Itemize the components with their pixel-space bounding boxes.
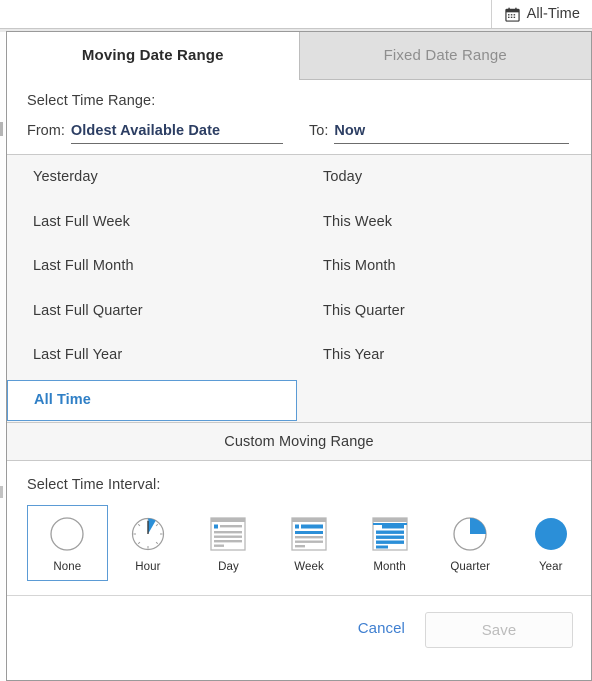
select-time-interval-label: Select Time Interval: — [27, 477, 161, 493]
from-label: From: — [27, 123, 65, 139]
empty-circle-icon — [48, 514, 86, 554]
preset-this-year-label: This Year — [323, 347, 385, 364]
interval-option-hour[interactable]: Hour — [108, 505, 189, 581]
preset-yesterday[interactable]: Yesterday — [7, 155, 297, 200]
save-button[interactable]: Save — [425, 612, 573, 648]
calendar-icon — [504, 7, 520, 22]
interval-option-hour-label: Hour — [135, 560, 161, 573]
dialog-tabs: Moving Date Range Fixed Date Range — [7, 32, 591, 80]
preset-this-year[interactable]: This Year — [297, 333, 591, 378]
preset-last-full-year-label: Last Full Year — [33, 347, 123, 364]
preset-this-quarter-label: This Quarter — [323, 302, 405, 319]
preset-last-full-week-label: Last Full Week — [33, 213, 131, 230]
interval-option-quarter[interactable]: Quarter — [430, 505, 511, 581]
preset-last-full-quarter-label: Last Full Quarter — [33, 302, 143, 319]
preset-this-week[interactable]: This Week — [297, 200, 591, 245]
interval-option-week[interactable]: Week — [269, 505, 350, 581]
from-input[interactable]: Oldest Available Date — [70, 123, 283, 144]
from-field-group: From: Oldest Available Date — [27, 123, 309, 144]
preset-this-quarter[interactable]: This Quarter — [297, 289, 591, 334]
interval-option-month-label: Month — [373, 560, 406, 573]
cancel-button[interactable]: Cancel — [352, 612, 411, 645]
dialog-footer: Cancel Save — [7, 602, 591, 680]
select-time-range-section: Select Time Range: From: Oldest Availabl… — [7, 80, 591, 155]
day-list-icon — [209, 514, 247, 554]
screen-root: All-Time Moving Date Range Fixed Date Ra… — [0, 0, 592, 681]
preset-last-full-month[interactable]: Last Full Month — [7, 244, 297, 289]
interval-option-none[interactable]: None — [27, 505, 108, 581]
month-list-icon — [371, 514, 409, 554]
tab-fixed-date-range-label: Fixed Date Range — [383, 47, 507, 64]
preset-last-full-month-label: Last Full Month — [33, 258, 134, 275]
interval-option-month[interactable]: Month — [349, 505, 430, 581]
week-list-icon — [290, 514, 328, 554]
tab-fixed-date-range[interactable]: Fixed Date Range — [298, 32, 591, 80]
left-edge-tick — [0, 122, 3, 136]
preset-today-label: Today — [323, 169, 363, 186]
interval-option-year-label: Year — [538, 560, 563, 573]
interval-option-day[interactable]: Day — [188, 505, 269, 581]
to-input[interactable]: Now — [334, 123, 570, 144]
interval-option-quarter-label: Quarter — [450, 560, 491, 573]
preset-this-month[interactable]: This Month — [297, 244, 591, 289]
interval-option-none-label: None — [53, 560, 82, 573]
interval-option-year[interactable]: Year — [510, 505, 591, 581]
interval-option-day-label: Day — [218, 560, 239, 573]
preset-ranges-grid: Yesterday Today Last Full Week This Week… — [7, 155, 591, 422]
interval-option-week-label: Week — [294, 560, 324, 573]
preset-last-full-year[interactable]: Last Full Year — [7, 333, 297, 378]
custom-moving-range-label: Custom Moving Range — [224, 433, 374, 450]
preset-last-full-quarter[interactable]: Last Full Quarter — [7, 289, 297, 334]
select-time-range-label: Select Time Range: — [27, 93, 156, 109]
preset-all-time[interactable]: All Time — [7, 379, 297, 421]
background-sliver — [0, 14, 5, 681]
to-label: To: — [309, 123, 329, 139]
time-interval-options: None Hour Day Week Month Quarter Year — [27, 505, 591, 581]
custom-moving-range-header[interactable]: Custom Moving Range — [7, 423, 591, 461]
all-time-filter-label: All-Time — [526, 6, 580, 22]
preset-this-month-label: This Month — [323, 258, 396, 275]
preset-today[interactable]: Today — [297, 155, 591, 200]
app-header-strip: All-Time — [0, 0, 592, 30]
all-time-filter-button[interactable]: All-Time — [490, 0, 592, 29]
from-to-row: From: Oldest Available Date To: Now — [27, 123, 591, 144]
preset-yesterday-label: Yesterday — [33, 169, 98, 186]
preset-all-time-label: All Time — [34, 392, 91, 408]
clock-icon — [129, 514, 167, 554]
preset-this-week-label: This Week — [323, 213, 393, 230]
to-field-group: To: Now — [309, 123, 570, 144]
date-range-dialog: Moving Date Range Fixed Date Range Selec… — [6, 31, 592, 681]
select-time-interval-section: Select Time Interval: None Hour Day Week… — [7, 461, 591, 602]
preset-last-full-week[interactable]: Last Full Week — [7, 200, 297, 245]
full-circle-icon — [532, 514, 570, 554]
tab-moving-date-range-label: Moving Date Range — [81, 47, 224, 64]
footer-divider — [7, 595, 591, 596]
quarter-pie-icon — [451, 514, 489, 554]
left-edge-tick-secondary — [0, 486, 3, 498]
tab-moving-date-range[interactable]: Moving Date Range — [7, 32, 299, 80]
preset-ranges-section: Yesterday Today Last Full Week This Week… — [7, 155, 591, 423]
